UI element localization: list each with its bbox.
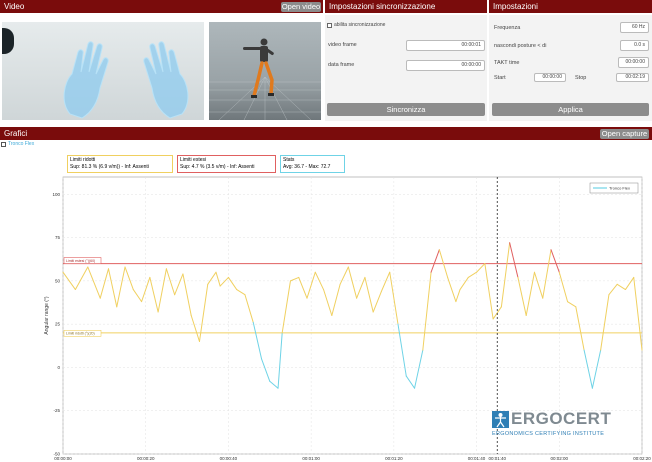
sync-enable-checkbox[interactable] [327,23,332,28]
stop-field[interactable]: 00:02:19 [616,73,649,82]
frequency-field[interactable]: 60 Hz [620,22,649,33]
x-tick-label: 00:02:20 [633,456,651,461]
open-capture-button[interactable]: Open capture [600,129,649,139]
sync-button[interactable]: Sincronizza [327,103,485,116]
video-left-view [2,22,204,120]
legend-label: Tronco Flex [609,186,630,191]
time-cursor-label: 00:01:40 [488,456,506,461]
y-tick-label: 0 [57,365,60,370]
logo-tagline: ERGONOMICS CERTIFYING INSTITUTE [492,431,605,437]
charts-title: Grafici [4,129,28,138]
start-label: Start [494,75,506,81]
y-tick-label: 25 [55,322,61,327]
apply-button[interactable]: Applica [492,103,649,116]
y-tick-label: 50 [55,278,61,283]
ergocert-logo: ERGOCERT ERGONOMICS CERTIFYING INSTITUTE [492,409,622,440]
vitruvian-icon [495,413,506,428]
limit-extended-tag-text: Limiti estesi (°)(60) [66,259,95,263]
x-tick-label: 00:01:20 [385,456,403,461]
settings-title: Impostazioni [493,2,538,11]
sync-title: Impostazioni sincronizzazione [329,2,436,11]
takt-time-label: TAKT time [494,60,520,66]
x-tick-label: 00:00:00 [54,456,72,461]
video-right-view [209,22,321,120]
x-tick-label: 00:01:00 [302,456,320,461]
takt-time-field[interactable]: 00:00:00 [618,57,649,68]
stop-label: Stop [575,75,587,81]
x-tick-label: 00:00:40 [220,456,238,461]
x-tick-label: 00:00:20 [137,456,155,461]
start-field[interactable]: 00:00:00 [534,73,566,82]
y-tick-label: -25 [53,408,60,413]
tronco-flex-checkbox[interactable] [1,142,6,147]
frequency-label: Frequenza [494,25,521,31]
tronco-flex-checkbox-label: Tronco Flex [8,141,35,147]
video-frame-label: video frame [328,42,357,48]
open-video-button[interactable]: Open video [281,2,321,12]
video-title: Video [4,2,25,11]
video-frame-field[interactable]: 00:00:01 [406,40,485,51]
video-header: Video [0,0,323,13]
sync-enable-label: abilita sincronizzazione [334,22,386,28]
avatar-3d-image [209,38,321,120]
y-tick-label: 75 [55,235,61,240]
vr-hands-image [63,41,189,119]
y-tick-label: 100 [52,192,60,197]
sync-header: Impostazioni sincronizzazione [325,0,487,13]
y-axis-label: Angular range (°) [44,296,50,334]
x-tick-label: 00:02:00 [551,456,569,461]
charts-header: Grafici [0,127,652,140]
logo-name: ERGOCERT [511,409,612,428]
data-frame-field[interactable]: 00:00:00 [406,60,485,71]
hide-postures-field[interactable]: 0.0 s [620,40,649,51]
hide-postures-label: nascondi posture < di [494,43,547,49]
limit-reduced-tag-text: Limiti ridotti (°)(20) [66,332,95,336]
data-frame-label: data frame [328,62,355,68]
settings-header: Impostazioni [489,0,652,13]
x-tick-label: 00:01:40 [468,456,486,461]
